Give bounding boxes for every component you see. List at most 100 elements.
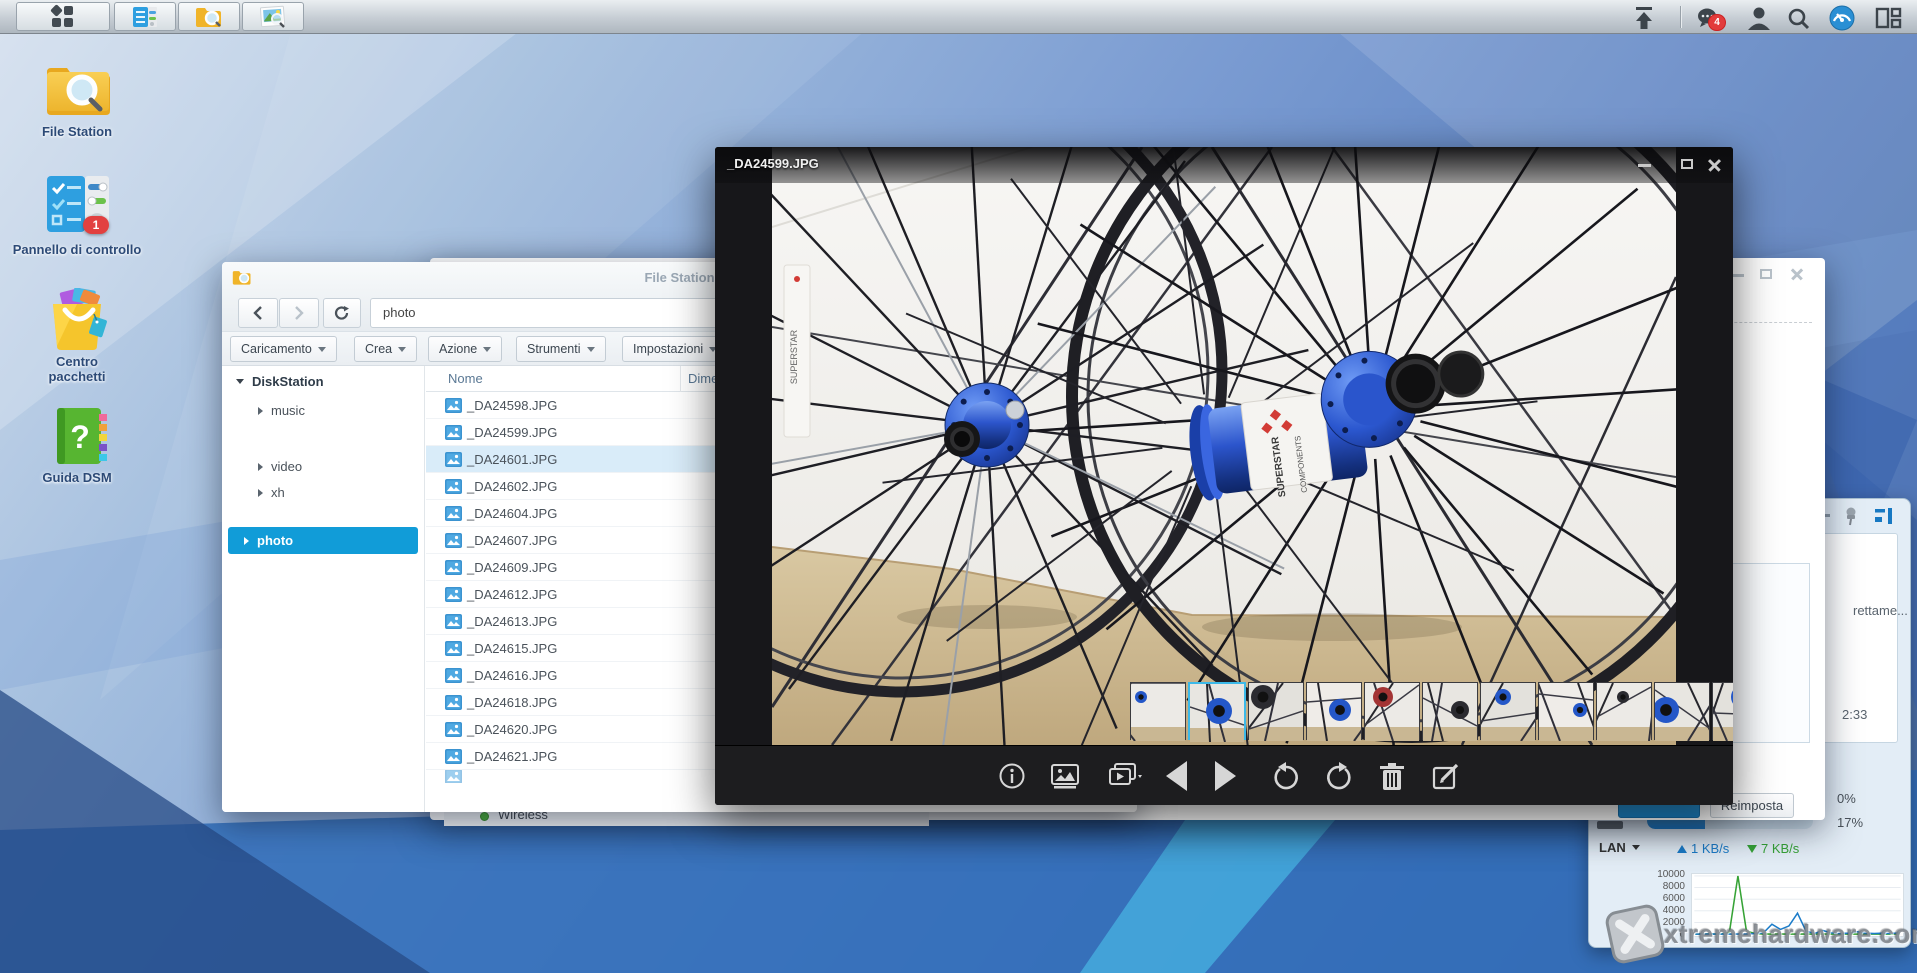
rotate-right-button[interactable] xyxy=(1324,762,1354,792)
taskbar-file-station-button[interactable] xyxy=(178,2,240,31)
action-menu-button[interactable]: Azione xyxy=(428,336,502,362)
thumbnail[interactable] xyxy=(1422,682,1478,740)
viewer-titlebar xyxy=(715,147,1733,183)
rotate-left-icon xyxy=(1271,762,1301,792)
refresh-icon xyxy=(334,305,350,321)
thumbnail[interactable] xyxy=(1596,682,1652,740)
image-mode-button[interactable] xyxy=(1049,762,1081,790)
thumbnail[interactable] xyxy=(1712,682,1733,740)
next-icon xyxy=(1213,760,1239,792)
info-button[interactable] xyxy=(998,762,1026,790)
minimize-button[interactable] xyxy=(1638,164,1651,167)
search-icon xyxy=(1787,7,1810,30)
upload-menu-button[interactable]: Caricamento xyxy=(230,336,337,362)
image-viewer-icon xyxy=(259,5,287,29)
lan-traffic-chart xyxy=(1691,873,1904,937)
caret-icon xyxy=(258,489,263,497)
widgets-button[interactable] xyxy=(1874,6,1902,30)
taskbar-image-viewer-button[interactable] xyxy=(242,2,304,31)
create-menu-button[interactable]: Crea xyxy=(354,336,417,362)
widget-layout-icon[interactable] xyxy=(1875,508,1893,524)
ram-label-fragment xyxy=(1597,821,1623,829)
close-button[interactable] xyxy=(1707,157,1722,172)
file-name: _DA24598.JPG xyxy=(467,398,557,413)
gauge-icon xyxy=(1829,5,1855,31)
desktop: 4 xyxy=(0,0,1917,973)
slideshow-button[interactable] xyxy=(1105,762,1143,790)
image-file-icon xyxy=(445,641,462,656)
svg-text:?: ? xyxy=(70,419,90,455)
refresh-button[interactable] xyxy=(323,298,361,328)
image-file-icon xyxy=(445,398,462,413)
caret-icon xyxy=(258,407,263,415)
caret-icon xyxy=(258,463,263,471)
tree-root-diskstation[interactable]: DiskStation xyxy=(236,374,324,389)
tree-item-video[interactable]: video xyxy=(258,459,302,474)
previous-icon xyxy=(1163,760,1189,792)
y-tick-label: 10000 xyxy=(1629,869,1685,880)
package-center-icon xyxy=(47,288,111,352)
back-button[interactable] xyxy=(238,298,278,328)
pin-icon[interactable] xyxy=(1842,506,1859,526)
file-station-icon xyxy=(44,60,112,120)
caret-icon xyxy=(244,537,249,545)
resource-monitor-button[interactable] xyxy=(1828,4,1855,31)
thumbnail[interactable] xyxy=(1306,682,1362,740)
tools-menu-button[interactable]: Strumenti xyxy=(516,336,606,362)
previous-button[interactable] xyxy=(1163,760,1189,792)
viewer-toolbar xyxy=(715,745,1733,805)
edit-icon xyxy=(1431,762,1461,792)
user-menu-button[interactable] xyxy=(1746,5,1772,31)
image-file-icon xyxy=(445,425,462,440)
delete-button[interactable] xyxy=(1378,762,1406,792)
chevron-down-icon xyxy=(318,347,326,352)
y-tick-label: 2000 xyxy=(1629,917,1685,928)
upload-arrow-icon xyxy=(1677,845,1687,853)
thumbnail[interactable] xyxy=(1654,682,1710,740)
file-name: _DA24599.JPG xyxy=(467,425,557,440)
main-menu-button[interactable] xyxy=(16,2,110,31)
column-size[interactable]: Dime xyxy=(688,371,718,386)
chevron-down-icon xyxy=(1632,845,1640,850)
thumbnail[interactable] xyxy=(1480,682,1536,740)
maximize-button[interactable] xyxy=(1681,159,1693,169)
maximize-button[interactable] xyxy=(1760,269,1772,279)
thumbnail[interactable] xyxy=(1188,682,1246,740)
rotate-right-icon xyxy=(1324,762,1354,792)
thumbnail[interactable] xyxy=(1248,682,1304,740)
series-upload xyxy=(1695,913,1899,934)
thumbnail[interactable] xyxy=(1364,682,1420,740)
image-icon xyxy=(1049,762,1081,790)
close-button[interactable] xyxy=(1790,267,1804,281)
column-divider[interactable] xyxy=(680,366,681,392)
rotate-left-button[interactable] xyxy=(1271,762,1301,792)
upload-queue-button[interactable] xyxy=(1626,4,1662,30)
column-name[interactable]: Nome xyxy=(448,371,483,386)
thumbnail[interactable] xyxy=(1130,682,1186,740)
next-button[interactable] xyxy=(1213,760,1239,792)
y-tick-label: 8000 xyxy=(1629,881,1685,892)
taskbar: 4 xyxy=(0,0,1917,34)
taskbar-separator xyxy=(1680,6,1681,28)
tree-item-music[interactable]: music xyxy=(258,403,305,418)
image-file-icon xyxy=(445,506,462,521)
notification-badge: 4 xyxy=(1708,14,1726,31)
widgets-icon xyxy=(1875,7,1902,29)
search-button[interactable] xyxy=(1786,6,1810,30)
edit-button[interactable] xyxy=(1431,762,1461,792)
desktop-icon-label: File Station xyxy=(5,124,149,139)
desktop-icon-label: Pannello di controllo xyxy=(5,242,149,257)
tree-item-xh[interactable]: xh xyxy=(258,485,285,500)
dsm-help-icon: ? xyxy=(53,406,109,466)
tree-item-photo[interactable]: photo xyxy=(228,527,418,554)
settings-menu-button[interactable]: Impostazioni xyxy=(622,336,728,362)
image-file-icon xyxy=(445,533,462,548)
taskbar-control-panel-button[interactable] xyxy=(114,2,176,31)
forward-button[interactable] xyxy=(279,298,319,328)
download-rate: 7 KB/s xyxy=(1747,841,1799,856)
thumbnail[interactable] xyxy=(1538,682,1594,740)
lan-selector[interactable]: LAN xyxy=(1599,840,1640,855)
image-file-icon xyxy=(445,479,462,494)
file-name: _DA24607.JPG xyxy=(467,533,557,548)
chevron-left-icon xyxy=(253,306,263,320)
